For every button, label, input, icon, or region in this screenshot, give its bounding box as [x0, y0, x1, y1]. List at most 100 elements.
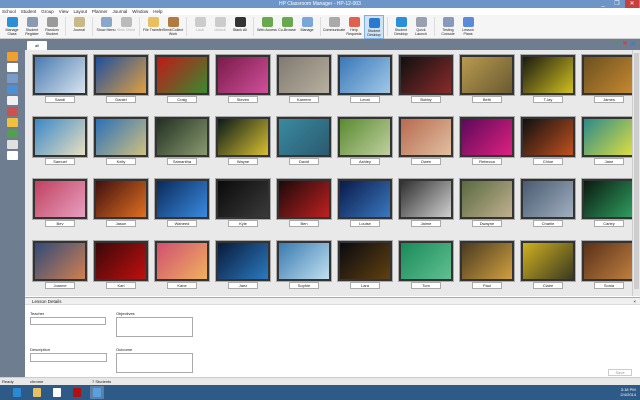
- chart-icon[interactable]: [7, 151, 18, 160]
- student-desktop-thumbnail[interactable]: [33, 55, 87, 95]
- send-collect-work-button[interactable]: Send/Collect Work: [163, 15, 183, 39]
- student-desktop-thumbnail[interactable]: [33, 117, 87, 157]
- student-desktop-thumbnail[interactable]: [94, 179, 148, 219]
- student-desktop-thumbnail[interactable]: [155, 117, 209, 157]
- menu-window[interactable]: Window: [132, 8, 148, 15]
- add-icon[interactable]: +: [614, 41, 620, 47]
- student-desktop-thumbnail[interactable]: [399, 179, 453, 219]
- student-tile[interactable]: Dwayne: [458, 179, 516, 237]
- tab-all[interactable]: all: [27, 41, 47, 50]
- user-voice-icon[interactable]: [7, 129, 18, 138]
- student-desktop-thumbnail[interactable]: [277, 241, 331, 281]
- journal-button[interactable]: Journal: [69, 15, 89, 39]
- show-menu-button[interactable]: Show Menu: [96, 15, 116, 39]
- student-tile[interactable]: Leoni: [336, 55, 394, 113]
- help-requests-button[interactable]: Help Requests: [344, 15, 364, 39]
- student-desktop-thumbnail[interactable]: [399, 55, 453, 95]
- student-tile[interactable]: Chloe: [519, 117, 577, 175]
- outcome-textarea[interactable]: [116, 353, 193, 373]
- menu-planner[interactable]: Planner: [92, 8, 108, 15]
- menu-layout[interactable]: Layout: [73, 8, 87, 15]
- student-tile[interactable]: Jane: [580, 117, 638, 175]
- student-desktop-thumbnail[interactable]: [277, 117, 331, 157]
- student-desktop-thumbnail[interactable]: [94, 117, 148, 157]
- student-desktop-thumbnail[interactable]: [582, 241, 636, 281]
- scrollbar-thumb[interactable]: [634, 53, 639, 289]
- student-tile[interactable]: Tom: [397, 241, 455, 299]
- student-tile[interactable]: Beth: [458, 55, 516, 113]
- view-client-button[interactable]: View Client: [116, 15, 136, 39]
- student-tile[interactable]: Charlie: [519, 179, 577, 237]
- student-desktop-thumbnail[interactable]: [33, 241, 87, 281]
- menu-group[interactable]: Group: [41, 8, 54, 15]
- student-tile[interactable]: Wayne: [214, 117, 272, 175]
- student-tile[interactable]: Steven: [214, 55, 272, 113]
- file-explorer-icon[interactable]: [30, 386, 44, 399]
- student-tile[interactable]: Waheed: [153, 179, 211, 237]
- menu-help[interactable]: Help: [153, 8, 162, 15]
- student-desktop-thumbnail[interactable]: [277, 55, 331, 95]
- student-desktop-thumbnail[interactable]: [338, 117, 392, 157]
- student-tile[interactable]: Bev: [31, 179, 89, 237]
- student-desktop-thumbnail[interactable]: [460, 241, 514, 281]
- student-desktop-thumbnail[interactable]: [33, 179, 87, 219]
- student-desktop-button[interactable]: Student Desktop: [364, 15, 384, 39]
- remove-icon[interactable]: ✖: [622, 41, 628, 47]
- student-tile[interactable]: Paul: [458, 241, 516, 299]
- student-tile[interactable]: Sandi: [31, 55, 89, 113]
- student-tile[interactable]: Louise: [336, 179, 394, 237]
- student-tile[interactable]: Ben: [275, 179, 333, 237]
- student-desktop-thumbnail[interactable]: [460, 179, 514, 219]
- blank-all-button[interactable]: Blank All: [230, 15, 250, 39]
- lock-button[interactable]: Lock: [190, 15, 210, 39]
- student-tile[interactable]: David: [275, 117, 333, 175]
- student-desktop-thumbnail[interactable]: [94, 55, 148, 95]
- student-desktop-thumbnail[interactable]: [216, 117, 270, 157]
- close-button[interactable]: ✕: [625, 0, 639, 8]
- student-desktop-thumbnail[interactable]: [216, 241, 270, 281]
- student-desktop-thumbnail[interactable]: [277, 179, 331, 219]
- student-tile[interactable]: Claire: [519, 241, 577, 299]
- printer-icon[interactable]: [7, 107, 18, 116]
- student-desktop-thumbnail[interactable]: [94, 241, 148, 281]
- student-tile[interactable]: James: [580, 55, 638, 113]
- internet-explorer-icon[interactable]: [10, 386, 24, 399]
- student-tile[interactable]: Kareem: [275, 55, 333, 113]
- student-desktop-thumbnail[interactable]: [338, 55, 392, 95]
- security-app-icon[interactable]: [70, 386, 84, 399]
- student-tile[interactable]: Samuel: [31, 117, 89, 175]
- student-desktop-thumbnail[interactable]: [399, 117, 453, 157]
- bulb-icon[interactable]: [7, 118, 18, 127]
- unlock-button[interactable]: Unlock: [210, 15, 230, 39]
- minimize-button[interactable]: _: [596, 0, 610, 8]
- student-tile[interactable]: Kane: [153, 241, 211, 299]
- student-desktop-thumbnail[interactable]: [521, 55, 575, 95]
- student-tile[interactable]: Jason: [92, 179, 150, 237]
- file-transfer-button[interactable]: File Transfer: [143, 15, 163, 39]
- student-tile[interactable]: Karl: [92, 241, 150, 299]
- student-tile[interactable]: Owen: [397, 117, 455, 175]
- student-desktop-thumbnail[interactable]: [521, 117, 575, 157]
- co-browse-button[interactable]: Co-Browse: [277, 15, 297, 39]
- menu-journal[interactable]: Journal: [113, 8, 128, 15]
- menu-view[interactable]: View: [59, 8, 69, 15]
- student-desktop-thumbnail[interactable]: [582, 179, 636, 219]
- student-tile[interactable]: Craig: [153, 55, 211, 113]
- thumbnails-icon[interactable]: [7, 63, 18, 72]
- quick-launch-button[interactable]: Quick Launch: [411, 15, 431, 39]
- student-tile[interactable]: Jaime: [397, 179, 455, 237]
- maximize-button[interactable]: ❐: [610, 0, 624, 8]
- student-tile[interactable]: Daniel: [92, 55, 150, 113]
- student-desktop-thumbnail[interactable]: [582, 55, 636, 95]
- student-register-button[interactable]: Student Register: [22, 15, 42, 39]
- manage-button[interactable]: Manage: [297, 15, 317, 39]
- student-tile[interactable]: Jaez: [214, 241, 272, 299]
- student-tile[interactable]: Kelly: [92, 117, 150, 175]
- lesson-plans-button[interactable]: Lesson Plans: [458, 15, 478, 39]
- student-desktop-thumbnail[interactable]: [399, 241, 453, 281]
- student-tile[interactable]: Ashley: [336, 117, 394, 175]
- student-tile[interactable]: Samantha: [153, 117, 211, 175]
- student-desktop-thumbnail[interactable]: [338, 179, 392, 219]
- communicate-button[interactable]: Communicate: [323, 15, 345, 39]
- classroom-manager-icon[interactable]: [90, 386, 104, 399]
